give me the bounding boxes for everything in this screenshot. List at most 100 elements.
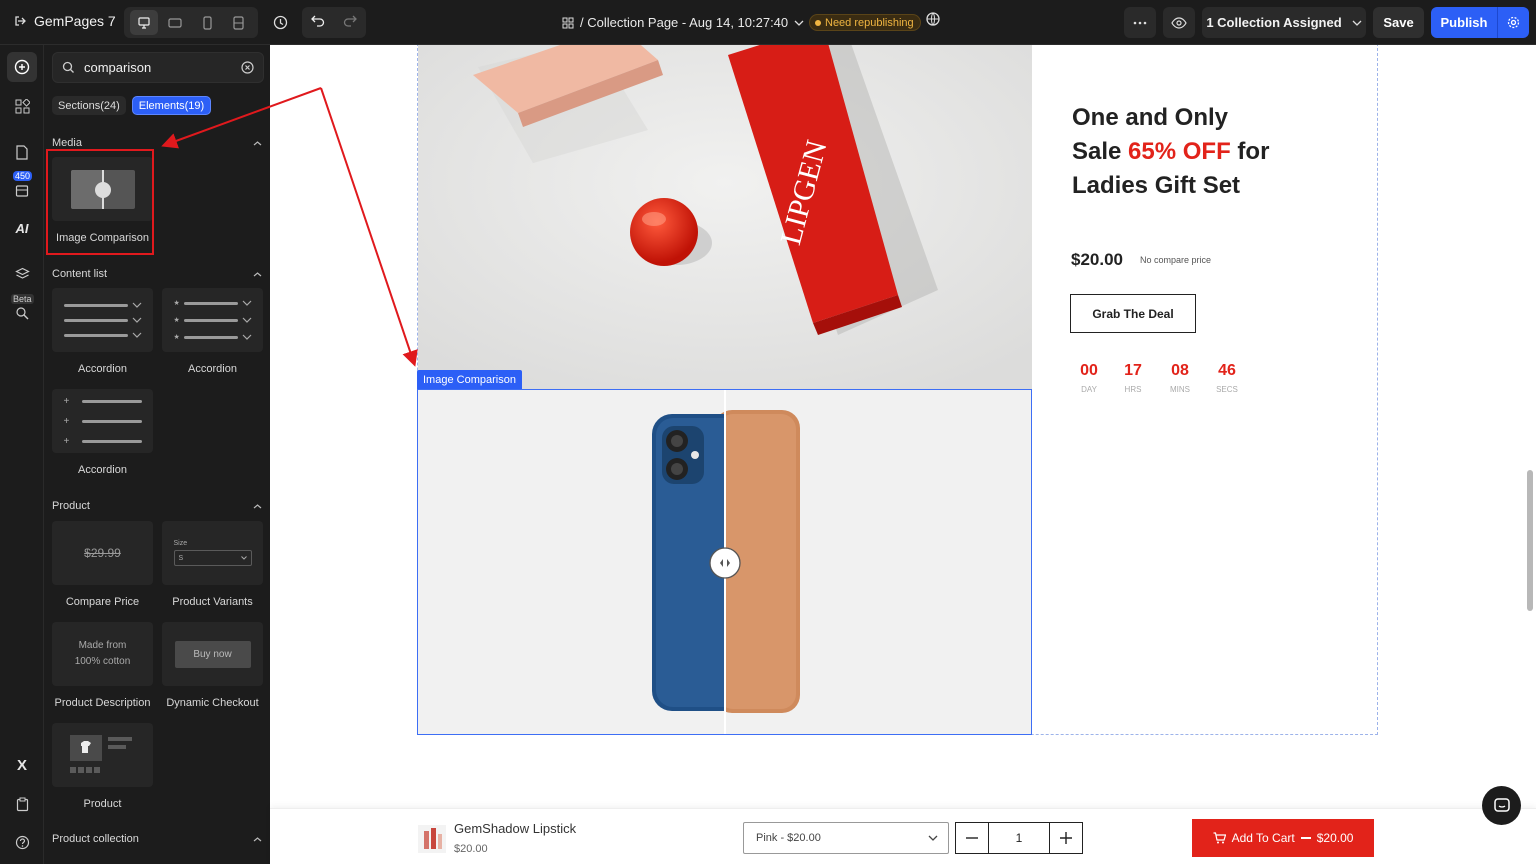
sticky-product-price: $20.00 [454, 843, 488, 855]
comparison-handle[interactable] [709, 547, 741, 579]
hero-image[interactable]: LIPGEN [418, 45, 1032, 389]
hero-title-line1: One and Only [1072, 104, 1229, 131]
countdown-days[interactable]: 00 DAY [1069, 362, 1109, 394]
save-button[interactable]: Save [1373, 7, 1424, 38]
more-icon [1133, 21, 1147, 24]
undo-button[interactable] [311, 13, 325, 32]
element-label: Compare Price [65, 596, 140, 608]
x-integration-button[interactable]: X [7, 750, 37, 780]
variant-sample-value: S [178, 554, 184, 562]
tablet-view-button[interactable] [224, 10, 252, 35]
variant-sample-label: Size [173, 540, 188, 547]
layers-icon [14, 267, 30, 279]
product-thumbnail-icon [69, 735, 132, 773]
sticky-add-to-cart: GemShadow Lipstick $20.00 Pink - $20.00 … [270, 808, 1536, 864]
category-product-collection-label: Product collection [52, 833, 139, 845]
apps-button[interactable] [7, 91, 37, 121]
beta-feature-button[interactable] [7, 298, 37, 328]
preview-button[interactable] [1163, 7, 1195, 38]
compare-price-sample: $29.99 [84, 546, 121, 560]
element-product[interactable]: Product [52, 723, 153, 810]
desktop-icon [138, 16, 150, 29]
countdown-unit: DAY [1081, 385, 1097, 394]
chevron-up-icon [253, 271, 262, 276]
image-comparison-element[interactable] [417, 389, 1032, 735]
plus-icon: + [63, 415, 70, 427]
clipboard-button[interactable] [7, 789, 37, 819]
element-dynamic-checkout[interactable]: Buy now Dynamic Checkout [162, 622, 263, 709]
element-accordion-2[interactable]: ★ ★ ★ Accordion [162, 288, 263, 375]
publish-settings-button[interactable] [1497, 7, 1529, 38]
chevron-down-icon [240, 556, 247, 560]
search-icon [62, 61, 74, 73]
category-media-header[interactable]: Media [52, 137, 262, 149]
history-button[interactable] [265, 7, 295, 37]
element-accordion-3[interactable]: + + + Accordion [52, 389, 153, 476]
compare-price-note[interactable]: No compare price [1140, 255, 1211, 265]
chevron-down-icon [794, 20, 804, 26]
pages-button[interactable] [7, 137, 37, 167]
element-product-variants[interactable]: Size S Product Variants [162, 521, 263, 608]
desktop-view-button[interactable] [129, 10, 158, 35]
page-selector[interactable]: / Collection Page - Aug 14, 10:27:40 [562, 15, 804, 30]
tab-sections[interactable]: Sections(24) [52, 96, 126, 115]
library-button[interactable] [7, 176, 37, 206]
product-price[interactable]: $20.00 [1071, 250, 1123, 270]
editor-canvas[interactable]: LIPGEN Image Comparison One and Only Sal… [270, 45, 1536, 864]
chevron-down-icon [242, 334, 251, 340]
plus-icon: + [63, 435, 70, 447]
ai-button[interactable]: AI [7, 213, 37, 243]
collection-assigned-dropdown[interactable]: 1 Collection Assigned [1202, 7, 1366, 38]
accordion-plus-preview: + + + [52, 389, 153, 453]
category-product-header[interactable]: Product [52, 500, 262, 512]
category-content-list-header[interactable]: Content list [52, 268, 262, 280]
product-description-preview: Made from 100% cotton [52, 622, 153, 686]
chevron-down-icon [242, 300, 251, 306]
chat-support-button[interactable] [1482, 786, 1521, 825]
back-to-dashboard[interactable]: GemPages 7 [14, 13, 116, 29]
element-accordion-1[interactable]: Accordion [52, 288, 153, 375]
category-product-collection-header[interactable]: Product collection [52, 833, 262, 845]
quantity-value[interactable]: 1 [988, 823, 1050, 853]
add-to-cart-button[interactable]: Add To Cart $20.00 [1192, 819, 1374, 857]
library-icon [15, 185, 29, 197]
countdown-minutes[interactable]: 08 MINS [1160, 362, 1200, 394]
help-button[interactable] [7, 827, 37, 857]
page-icon [16, 144, 28, 160]
countdown-value: 00 [1080, 362, 1098, 379]
chevron-up-icon [253, 140, 262, 145]
redo-button[interactable] [343, 13, 357, 32]
countdown-unit: HRS [1124, 385, 1142, 394]
grab-the-deal-button[interactable]: Grab The Deal [1070, 294, 1196, 333]
minus-icon [966, 837, 978, 839]
canvas-scrollbar[interactable] [1527, 470, 1533, 611]
element-label: Dynamic Checkout [166, 697, 259, 709]
countdown-seconds[interactable]: 46 SECS [1207, 362, 1247, 394]
hero-title[interactable]: One and Only Sale 65% OFF for Ladies Gif… [1072, 101, 1312, 203]
countdown-value: 08 [1171, 362, 1189, 379]
mobile-view-button[interactable] [193, 10, 221, 35]
element-compare-price[interactable]: $29.99 Compare Price [52, 521, 153, 608]
category-content-list-label: Content list [52, 268, 108, 280]
variant-select[interactable]: Pink - $20.00 [743, 822, 949, 854]
clear-search-icon[interactable] [241, 61, 254, 74]
quantity-decrease-button[interactable] [956, 823, 988, 853]
chevron-down-icon [242, 317, 251, 323]
product-preview [52, 723, 153, 787]
add-element-button[interactable] [7, 52, 37, 82]
tablet-landscape-view-button[interactable] [161, 10, 189, 35]
eye-icon [1171, 16, 1187, 29]
magic-icon [16, 307, 29, 320]
layers-button[interactable] [7, 259, 37, 289]
add-to-cart-separator [1300, 837, 1311, 839]
selected-element-label[interactable]: Image Comparison [417, 370, 522, 389]
quantity-increase-button[interactable] [1050, 823, 1082, 853]
tab-elements[interactable]: Elements(19) [131, 96, 212, 115]
element-product-description[interactable]: Made from 100% cotton Product Descriptio… [52, 622, 153, 709]
more-options-button[interactable] [1124, 7, 1156, 38]
language-button[interactable] [924, 10, 944, 35]
publish-button[interactable]: Publish [1431, 15, 1497, 30]
countdown-hours[interactable]: 17 HRS [1113, 362, 1153, 394]
search-input[interactable] [84, 60, 224, 75]
category-product-label: Product [52, 500, 90, 512]
